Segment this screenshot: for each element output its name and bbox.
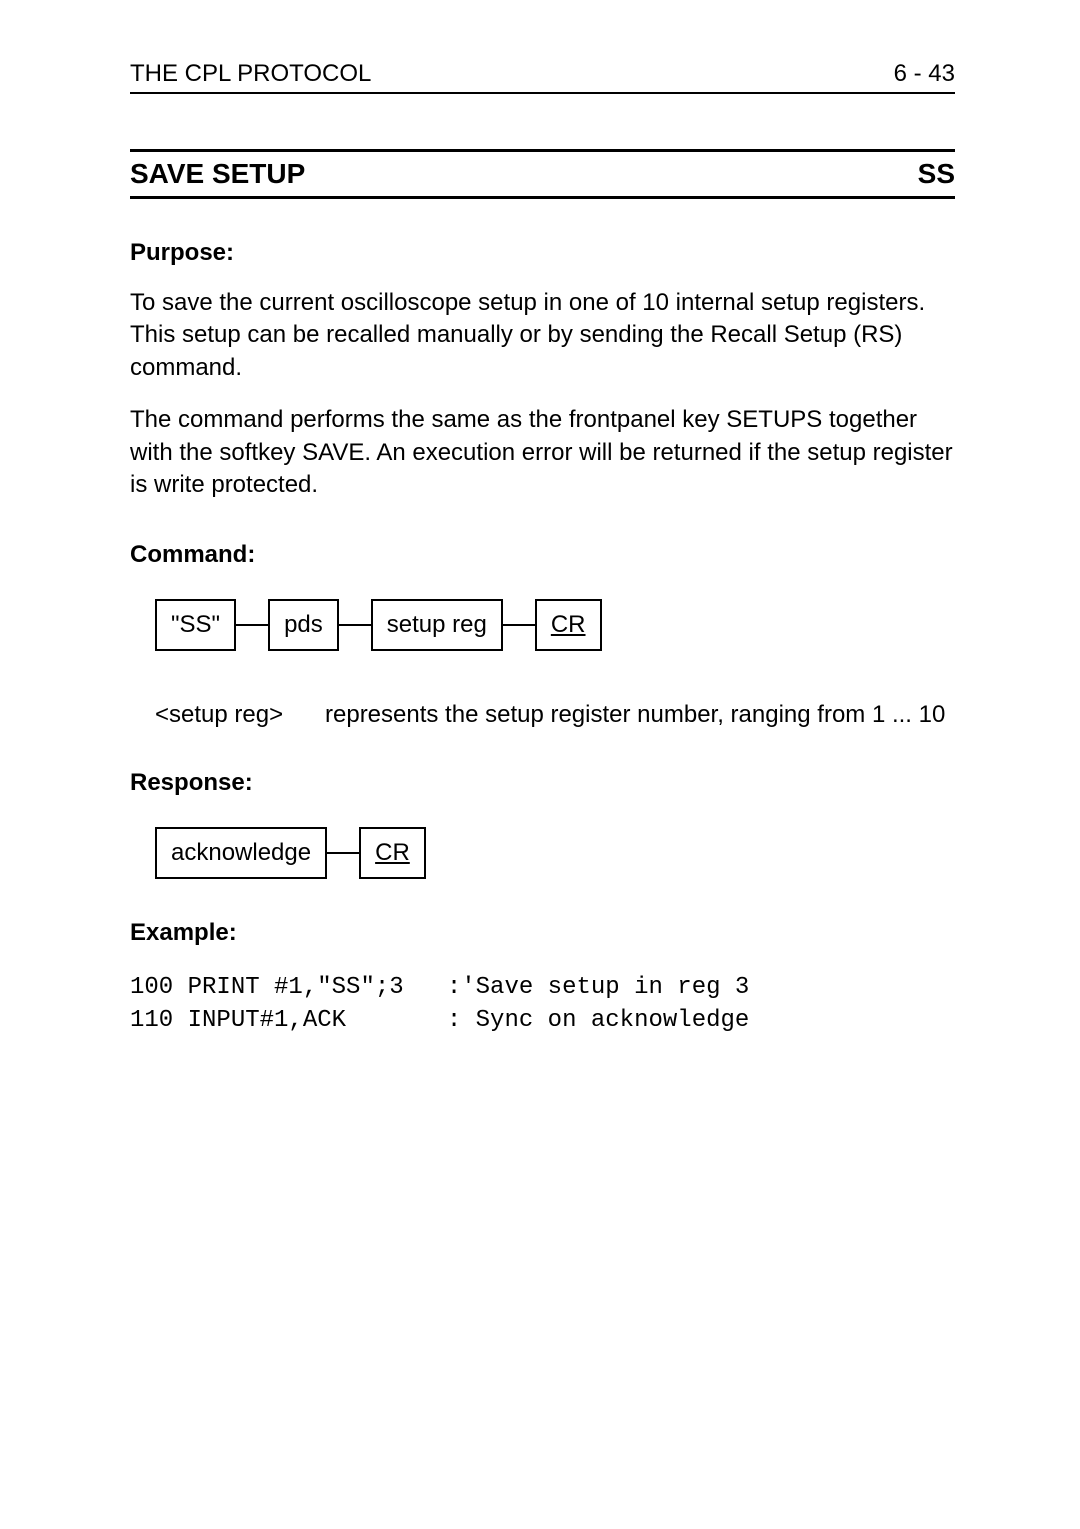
parameter-label: <setup reg> xyxy=(155,701,325,729)
connector-line xyxy=(236,624,268,626)
syntax-box-cr: CR xyxy=(535,599,602,651)
cr-text: CR xyxy=(375,839,410,866)
document-page: THE CPL PROTOCOL 6 - 43 SAVE SETUP SS Pu… xyxy=(0,0,1080,1529)
response-heading: Response: xyxy=(130,769,955,797)
parameter-description: represents the setup register number, ra… xyxy=(325,701,945,729)
syntax-box-ss: "SS" xyxy=(155,599,236,651)
parameter-row: <setup reg> represents the setup registe… xyxy=(155,701,955,729)
page-header: THE CPL PROTOCOL 6 - 43 xyxy=(130,60,955,94)
header-right: 6 - 43 xyxy=(894,60,955,88)
section-title-left: SAVE SETUP xyxy=(130,158,305,190)
purpose-heading: Purpose: xyxy=(130,239,955,267)
connector-line xyxy=(327,852,359,854)
syntax-box-cr: CR xyxy=(359,827,426,879)
section-title: SAVE SETUP SS xyxy=(130,149,955,199)
section-title-right: SS xyxy=(918,158,955,190)
example-heading: Example: xyxy=(130,919,955,947)
command-heading: Command: xyxy=(130,541,955,569)
header-left: THE CPL PROTOCOL xyxy=(130,60,371,88)
syntax-box-pds: pds xyxy=(268,599,339,651)
cr-text: CR xyxy=(551,611,586,638)
syntax-box-acknowledge: acknowledge xyxy=(155,827,327,879)
connector-line xyxy=(503,624,535,626)
syntax-box-setup-reg: setup reg xyxy=(371,599,503,651)
purpose-paragraph-2: The command performs the same as the fro… xyxy=(130,404,955,501)
connector-line xyxy=(339,624,371,626)
command-syntax-diagram: "SS" pds setup reg CR xyxy=(155,599,955,651)
response-syntax-diagram: acknowledge CR xyxy=(155,827,955,879)
purpose-paragraph-1: To save the current oscilloscope setup i… xyxy=(130,287,955,384)
example-code: 100 PRINT #1,"SS";3 :'Save setup in reg … xyxy=(130,972,955,1037)
